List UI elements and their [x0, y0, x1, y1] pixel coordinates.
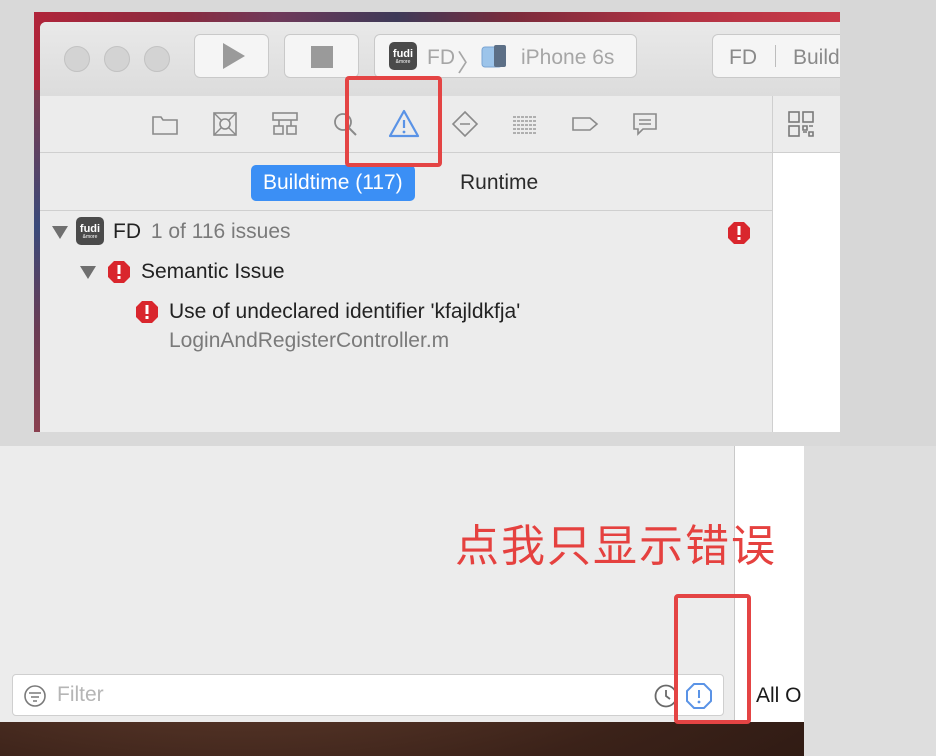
desktop-background-right — [840, 0, 936, 446]
disclosure-triangle-icon[interactable] — [80, 266, 96, 279]
test-icon[interactable] — [451, 110, 479, 138]
run-button[interactable] — [194, 34, 269, 78]
library-icon[interactable] — [787, 110, 815, 138]
activity-separator — [775, 45, 776, 67]
breakpoint-icon[interactable] — [571, 110, 599, 138]
error-icon — [136, 301, 158, 323]
app-logo: fudi &more — [389, 42, 417, 70]
zoom-window-button[interactable] — [144, 46, 170, 72]
all-output-label[interactable]: All O — [756, 684, 802, 708]
debug-icon[interactable] — [511, 110, 539, 138]
stop-button[interactable] — [284, 34, 359, 78]
project-name: FD — [113, 220, 141, 243]
issue-file[interactable]: LoginAndRegisterController.m — [169, 329, 449, 353]
tab-runtime[interactable]: Runtime — [448, 165, 550, 201]
desktop-background-gray — [804, 446, 936, 756]
filter-placeholder: Filter — [57, 683, 104, 706]
error-icon — [728, 222, 750, 244]
stop-icon — [311, 46, 333, 68]
chevron-right-icon: 〉 — [457, 50, 481, 77]
highlight-box-navigator — [345, 76, 442, 167]
hierarchy-icon[interactable] — [271, 110, 299, 138]
scheme-project-label: FD — [427, 46, 455, 69]
filter-field[interactable]: Filter — [12, 674, 724, 716]
annotation-note: 点我只显示错误 — [455, 522, 777, 571]
device-icon — [481, 45, 506, 68]
highlight-box-filter — [674, 594, 751, 724]
symbol-icon[interactable] — [211, 110, 239, 138]
issue-message[interactable]: Use of undeclared identifier 'kfajldkfja… — [169, 300, 520, 324]
report-icon[interactable] — [631, 110, 659, 138]
disclosure-triangle-icon[interactable] — [52, 226, 68, 239]
project-icon: fudi &more — [76, 217, 104, 245]
error-icon — [108, 261, 130, 283]
inspector-selector-bar — [773, 96, 840, 153]
minimize-window-button[interactable] — [104, 46, 130, 72]
activity-project-label: FD — [729, 46, 757, 69]
activity-status-label: Build — [793, 46, 840, 69]
folder-icon[interactable] — [151, 110, 179, 138]
activity-viewer: FD Build — [712, 34, 840, 78]
project-row[interactable]: FD 1 of 116 issues — [113, 220, 291, 244]
play-icon — [223, 43, 245, 69]
scheme-selector[interactable]: fudi &more FD 〉 iPhone 6s — [374, 34, 637, 78]
project-issue-count: 1 of 116 issues — [150, 220, 291, 243]
close-window-button[interactable] — [64, 46, 90, 72]
scheme-device-label: iPhone 6s — [521, 46, 615, 69]
inspector-pane — [773, 96, 840, 432]
issue-list: fudi &more FD 1 of 116 issues Semantic I… — [40, 211, 772, 432]
issue-group-label[interactable]: Semantic Issue — [141, 260, 285, 284]
filter-icon — [24, 685, 46, 707]
tab-buildtime[interactable]: Buildtime (117) — [251, 165, 415, 201]
